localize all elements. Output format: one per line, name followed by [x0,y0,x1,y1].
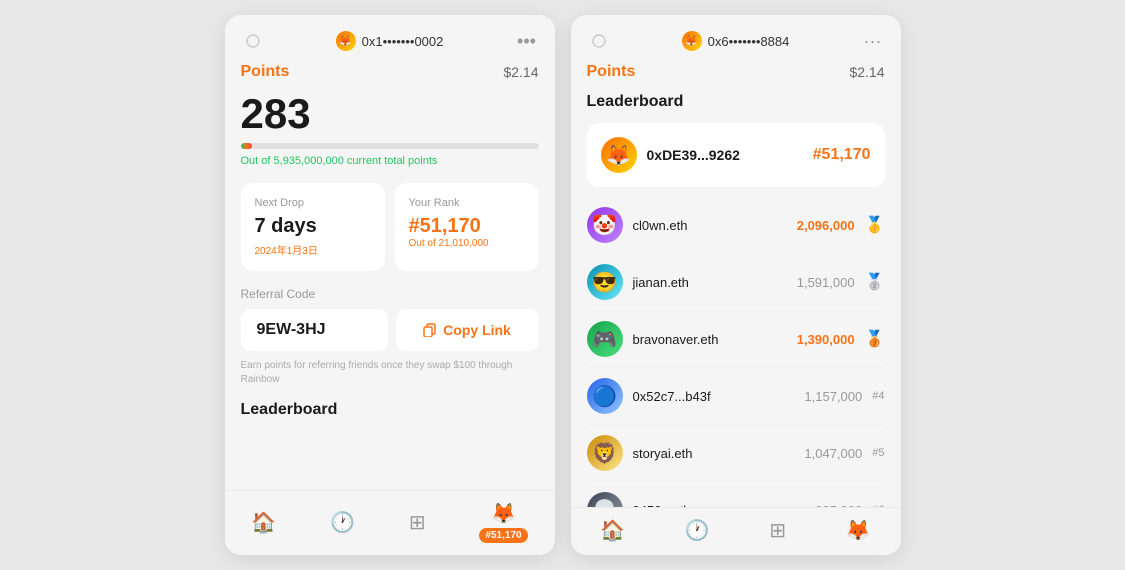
apps-icon-right: ⊞ [769,518,786,543]
left-screen-content: Points $2.14 283 Out of 5,935,000,000 cu… [225,63,555,490]
lb-points-4: 1,157,000 [804,389,862,404]
points-label-right: Points [587,63,636,81]
nav-apps-right[interactable]: ⊞ [769,518,786,543]
nav-home-right[interactable]: 🏠 [600,518,625,543]
list-item: 🤡 cl0wn.eth 2,096,000 🥇 [587,197,885,254]
nav-history-right[interactable]: 🕐 [685,518,710,543]
lb-avatar-3: 🎮 [587,321,623,357]
lb-avatar-4: 🔵 [587,378,623,414]
copy-link-label: Copy Link [443,322,511,338]
wallet-avatar: 🦊 [336,31,356,51]
copy-icon [423,323,437,337]
back-icon[interactable] [241,29,265,53]
lb-name-5: storyai.eth [633,446,795,461]
right-screen-content: Points $2.14 Leaderboard 🦊 0xDE39...9262… [571,63,901,507]
leaderboard-title-left: Leaderboard [241,401,539,419]
points-score: 283 [241,93,539,135]
history-icon-left: 🕐 [330,510,355,535]
wallet-selector-right[interactable]: 🦊 0x6•••••••8884 [682,31,790,51]
lb-medal-3: 🥉 [865,329,885,349]
lb-name-4: 0x52c7...b43f [633,389,795,404]
top-entry-rank: #51,170 [813,146,871,164]
list-item: 💀 0450...eth 825,300 #6 [587,482,885,507]
more-menu-left[interactable]: ••• [515,29,539,53]
progress-bar-container [241,143,539,149]
leaderboard-title-right: Leaderboard [587,93,885,111]
points-label-left: Points [241,63,290,81]
rank-value: #51,170 [409,215,525,238]
lb-points-5: 1,047,000 [804,446,862,461]
points-icon-left: 🦊 [491,501,516,526]
rank-label: Your Rank [409,197,525,209]
top-bar-right: 🦊 0x6•••••••8884 ··· [571,15,901,63]
nav-points-right[interactable]: 🦊 [846,518,871,543]
more-menu-right[interactable]: ··· [861,29,885,53]
left-screen: 🦊 0x1•••••••0002 ••• Points $2.14 283 Ou… [225,15,555,555]
top-entry-name: 0xDE39...9262 [647,147,803,163]
list-item: 🦁 storyai.eth 1,047,000 #5 [587,425,885,482]
lb-points-3: 1,390,000 [797,332,855,347]
leaderboard-list: 🤡 cl0wn.eth 2,096,000 🥇 😎 jianan.eth 1,5… [587,197,885,507]
referral-row: 9EW-3HJ Copy Link [241,309,539,351]
lb-name-3: bravonaver.eth [633,332,787,347]
lb-avatar-5: 🦁 [587,435,623,471]
leaderboard-top-card: 🦊 0xDE39...9262 #51,170 [587,123,885,187]
wallet-selector[interactable]: 🦊 0x1•••••••0002 [336,31,444,51]
lb-avatar-2: 😎 [587,264,623,300]
nav-apps-left[interactable]: ⊞ [409,510,426,535]
copy-link-button[interactable]: Copy Link [396,309,539,351]
wallet-address-right: 0x6•••••••8884 [708,34,790,49]
right-screen: 🦊 0x6•••••••8884 ··· Points $2.14 Leader… [571,15,901,555]
leaderboard-top-entry: 🦊 0xDE39...9262 #51,170 [601,137,871,173]
points-dollar-left: $2.14 [503,64,538,80]
progress-bar-fill [241,143,253,149]
points-icon-right: 🦊 [846,518,871,543]
next-drop-card: Next Drop 7 days 2024年1月3日 [241,183,385,271]
points-subtitle: Out of 5,935,000,000 current total point… [241,155,539,167]
referral-hint: Earn points for referring friends once t… [241,359,539,387]
wallet-avatar-right: 🦊 [682,31,702,51]
lb-points-2: 1,591,000 [797,275,855,290]
nav-history-left[interactable]: 🕐 [330,510,355,535]
lb-avatar-1: 🤡 [587,207,623,243]
bottom-nav-right: 🏠 🕐 ⊞ 🦊 [571,507,901,555]
screens-container: 🦊 0x1•••••••0002 ••• Points $2.14 283 Ou… [225,15,901,555]
next-drop-value: 7 days [255,215,371,238]
list-item: 🔵 0x52c7...b43f 1,157,000 #4 [587,368,885,425]
lb-name-2: jianan.eth [633,275,787,290]
home-icon-right: 🏠 [600,518,625,543]
lb-rank-4: #4 [872,390,884,402]
lb-medal-1: 🥇 [865,215,885,235]
home-icon-left: 🏠 [251,510,276,535]
points-header-right: Points $2.14 [587,63,885,81]
history-icon-right: 🕐 [685,518,710,543]
nav-home-left[interactable]: 🏠 [251,510,276,535]
referral-label: Referral Code [241,287,539,301]
top-entry-avatar: 🦊 [601,137,637,173]
nav-points-left[interactable]: 🦊 #51,170 [479,501,527,543]
apps-icon-left: ⊞ [409,510,426,535]
referral-code-box: 9EW-3HJ [241,309,388,351]
next-drop-sub: 2024年1月3日 [255,242,371,257]
points-dollar-right: $2.14 [849,64,884,80]
top-bar-left: 🦊 0x1•••••••0002 ••• [225,15,555,63]
lb-points-1: 2,096,000 [797,218,855,233]
list-item: 🎮 bravonaver.eth 1,390,000 🥉 [587,311,885,368]
lb-avatar-6: 💀 [587,492,623,507]
points-header-left: Points $2.14 [241,63,539,81]
wallet-address-left: 0x1•••••••0002 [362,34,444,49]
rank-sub: Out of 21,010,000 [409,238,525,249]
list-item: 😎 jianan.eth 1,591,000 🥈 [587,254,885,311]
rank-card: Your Rank #51,170 Out of 21,010,000 [395,183,539,271]
info-cards-row: Next Drop 7 days 2024年1月3日 Your Rank #51… [241,183,539,271]
lb-name-1: cl0wn.eth [633,218,787,233]
nav-points-badge: #51,170 [479,528,527,543]
back-icon-right[interactable] [587,29,611,53]
referral-section: Referral Code 9EW-3HJ Copy Link Earn poi… [241,287,539,387]
lb-rank-5: #5 [872,447,884,459]
bottom-nav-left: 🏠 🕐 ⊞ 🦊 #51,170 [225,490,555,555]
next-drop-label: Next Drop [255,197,371,209]
lb-medal-2: 🥈 [865,272,885,292]
